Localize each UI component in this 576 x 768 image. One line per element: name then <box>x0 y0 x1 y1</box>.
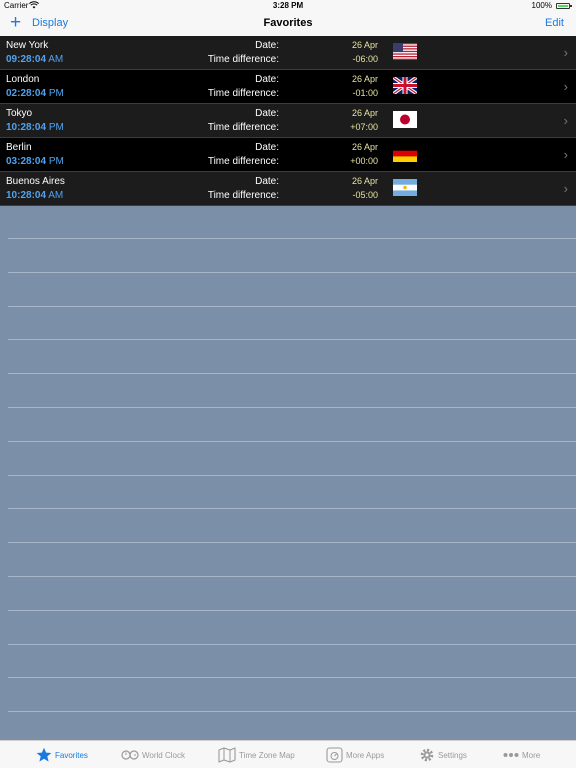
battery-percent: 100% <box>531 1 552 10</box>
date-value: 26 Apr <box>351 74 378 84</box>
time-difference-value: +00:00 <box>350 156 378 166</box>
city-name: Tokyo <box>6 108 33 119</box>
date-value: 26 Apr <box>351 40 378 50</box>
chevron-right-icon: › <box>563 181 568 196</box>
table-separator <box>8 272 576 273</box>
table-separator <box>8 407 576 408</box>
tab-label: More Apps <box>346 750 385 760</box>
table-separator <box>8 238 576 239</box>
chevron-right-icon: › <box>563 147 568 162</box>
table-separator <box>8 373 576 374</box>
date-label: Date: <box>255 108 279 119</box>
city-name: Berlin <box>6 142 32 153</box>
city-time: 02:28:04 PM <box>6 88 64 99</box>
city-time: 10:28:04 PM <box>6 122 64 133</box>
favorites-list: New York 09:28:04 AM Date: Time differen… <box>0 36 576 206</box>
favorite-row-tokyo[interactable]: Tokyo 10:28:04 PM Date: Time difference:… <box>0 104 576 138</box>
table-separator <box>8 711 576 712</box>
table-separator <box>8 542 576 543</box>
table-separator <box>8 339 576 340</box>
edit-button[interactable]: Edit <box>545 17 564 29</box>
argentina-flag-icon <box>393 179 417 196</box>
tab-time-zone-map[interactable]: Time Zone Map <box>218 741 295 768</box>
japan-flag-icon <box>393 111 417 128</box>
table-separator <box>8 306 576 307</box>
status-bar: Carrier 3:28 PM 100% <box>0 0 576 12</box>
uk-flag-icon <box>393 77 417 94</box>
time-difference-value: -06:00 <box>352 54 378 64</box>
table-separator <box>8 677 576 678</box>
germany-flag-icon <box>393 145 417 162</box>
table-separator <box>8 610 576 611</box>
city-name: New York <box>6 40 49 51</box>
gear-icon <box>419 747 435 763</box>
tab-bar: Favorites World Clock Time Zone Map More… <box>0 740 576 768</box>
city-name: Buenos Aires <box>6 176 65 187</box>
nav-bar: + Display Favorites Edit <box>0 12 576 36</box>
date-label: Date: <box>255 142 279 153</box>
more-apps-icon <box>326 747 343 763</box>
city-time: 03:28:04 PM <box>6 156 64 167</box>
table-separator <box>8 441 576 442</box>
us-flag-icon <box>393 43 417 60</box>
status-time: 3:28 PM <box>272 1 304 10</box>
empty-table-area <box>0 205 576 746</box>
city-name: London <box>6 74 40 85</box>
tab-label: More <box>522 750 541 760</box>
tab-label: Settings <box>438 750 467 760</box>
time-difference-label: Time difference: <box>207 190 279 201</box>
time-difference-label: Time difference: <box>207 156 279 167</box>
date-label: Date: <box>255 40 279 51</box>
tab-label: Time Zone Map <box>239 750 295 760</box>
favorite-row-london[interactable]: London 02:28:04 PM Date: Time difference… <box>0 70 576 104</box>
time-difference-value: -05:00 <box>352 190 378 200</box>
tab-more[interactable]: More <box>503 741 540 768</box>
tab-label: Favorites <box>55 750 88 760</box>
city-time: 10:28:04 AM <box>6 190 64 201</box>
tab-label: World Clock <box>142 750 185 760</box>
more-dots-icon <box>503 752 519 758</box>
world-clock-icon <box>121 749 139 761</box>
date-value: 26 Apr <box>351 108 378 118</box>
map-icon <box>218 747 236 763</box>
date-label: Date: <box>255 74 279 85</box>
chevron-right-icon: › <box>563 113 568 128</box>
table-separator <box>8 475 576 476</box>
time-difference-label: Time difference: <box>207 88 279 99</box>
favorite-row-buenos-aires[interactable]: Buenos Aires 10:28:04 AM Date: Time diff… <box>0 172 576 206</box>
time-difference-label: Time difference: <box>207 122 279 133</box>
table-separator <box>8 576 576 577</box>
star-icon <box>36 747 52 763</box>
table-separator <box>8 508 576 509</box>
chevron-right-icon: › <box>563 79 568 94</box>
time-difference-label: Time difference: <box>207 54 279 65</box>
time-difference-value: +07:00 <box>350 122 378 132</box>
battery-icon <box>556 3 572 9</box>
page-title: Favorites <box>263 17 313 29</box>
date-value: 26 Apr <box>351 176 378 186</box>
table-separator <box>8 644 576 645</box>
chevron-right-icon: › <box>563 45 568 60</box>
tab-settings[interactable]: Settings <box>419 741 467 768</box>
tab-favorites[interactable]: Favorites <box>36 741 88 768</box>
favorite-row-berlin[interactable]: Berlin 03:28:04 PM Date: Time difference… <box>0 138 576 172</box>
time-difference-value: -01:00 <box>352 88 378 98</box>
tab-more-apps[interactable]: More Apps <box>326 741 384 768</box>
city-time: 09:28:04 AM <box>6 54 64 65</box>
tab-world-clock[interactable]: World Clock <box>121 741 185 768</box>
date-label: Date: <box>255 176 279 187</box>
favorite-row-new-york[interactable]: New York 09:28:04 AM Date: Time differen… <box>0 36 576 70</box>
date-value: 26 Apr <box>351 142 378 152</box>
